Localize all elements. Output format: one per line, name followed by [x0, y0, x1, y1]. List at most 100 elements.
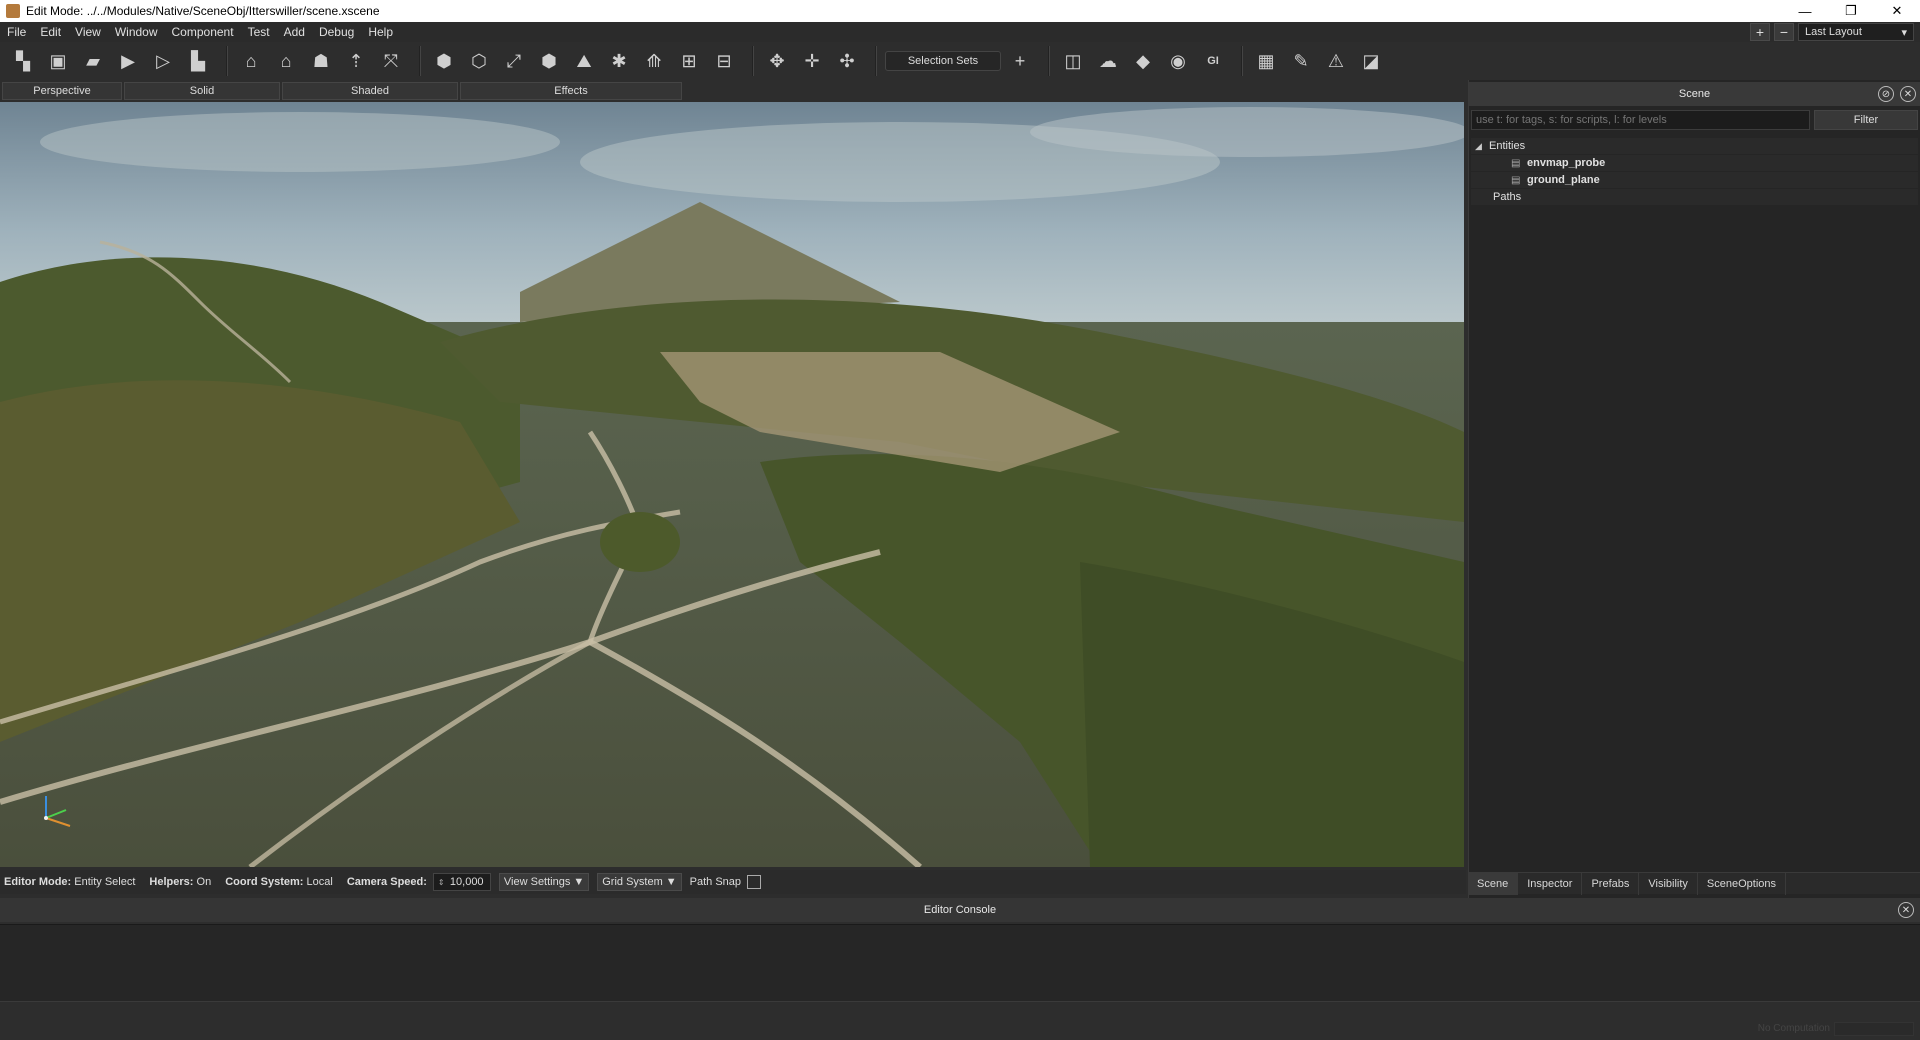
menu-help[interactable]: Help — [361, 25, 400, 39]
menu-edit[interactable]: Edit — [33, 25, 68, 39]
panel-settings-icon[interactable]: ⊘ — [1878, 86, 1894, 102]
transform-icon[interactable]: ⤧ — [376, 46, 406, 76]
console-output[interactable] — [0, 924, 1920, 1002]
grid-system-dropdown[interactable]: Grid System ▼ — [597, 873, 682, 891]
entity-icon: ▤ — [1511, 158, 1521, 169]
scale-tool-icon[interactable]: ⤢ — [499, 46, 529, 76]
snap-scale-icon[interactable]: ✣ — [832, 46, 862, 76]
tree-node-label: envmap_probe — [1527, 157, 1606, 169]
terrain-icon[interactable]: ⛰ — [569, 46, 599, 76]
cloth-icon[interactable]: ⟰ — [639, 46, 669, 76]
tab-prefabs[interactable]: Prefabs — [1582, 872, 1640, 895]
tab-inspector[interactable]: Inspector — [1518, 872, 1583, 895]
scene-search-row: Filter — [1471, 110, 1918, 132]
menu-add[interactable]: Add — [277, 25, 312, 39]
triangle-down-icon: ▼ — [665, 876, 677, 888]
tree-node-paths[interactable]: Paths — [1471, 189, 1918, 205]
toolbar-separator — [875, 46, 877, 76]
scene-viewport[interactable] — [0, 102, 1464, 867]
cube-add-icon[interactable]: ⬡ — [464, 46, 494, 76]
tab-perspective[interactable]: Perspective — [2, 82, 122, 100]
tab-effects[interactable]: Effects — [460, 82, 682, 100]
open-folder-icon[interactable]: ▰ — [78, 46, 108, 76]
menu-file[interactable]: File — [0, 25, 33, 39]
layout-dropdown-label: Last Layout — [1805, 26, 1862, 38]
minimize-button[interactable]: — — [1782, 0, 1828, 22]
cube-light-icon[interactable]: ⬢ — [534, 46, 564, 76]
layout-controls: + − Last Layout ▾ — [1750, 23, 1914, 41]
play-icon[interactable]: ▶ — [113, 46, 143, 76]
window-title: Edit Mode: ../../Modules/Native/SceneObj… — [26, 4, 380, 18]
entity-icon: ▤ — [1511, 175, 1521, 186]
save-icon[interactable]: ▣ — [43, 46, 73, 76]
window-controls: — ❐ ✕ — [1782, 0, 1920, 22]
footer-bar: No Computation — [0, 1002, 1920, 1040]
puzzle-icon[interactable]: ✱ — [604, 46, 634, 76]
chevron-down-icon: ▾ — [1901, 26, 1907, 39]
tab-scene-options[interactable]: SceneOptions — [1698, 872, 1787, 895]
panel-close-icon[interactable]: ✕ — [1900, 86, 1916, 102]
tree-node-envmap-probe[interactable]: ▤ envmap_probe — [1471, 155, 1918, 171]
audio-icon[interactable]: ◪ — [1356, 46, 1386, 76]
tree-node-ground-plane[interactable]: ▤ ground_plane — [1471, 172, 1918, 188]
new-scene-icon[interactable]: ▚ — [8, 46, 38, 76]
play-outline-icon[interactable]: ▷ — [148, 46, 178, 76]
house-icon[interactable]: ⌂ — [236, 46, 266, 76]
house-filled-icon[interactable]: ☗ — [306, 46, 336, 76]
build-icon[interactable]: ▙ — [183, 46, 213, 76]
gi-icon[interactable]: GI — [1198, 46, 1228, 76]
grid-system-label: Grid System — [602, 876, 663, 888]
scene-panel-header: Scene ⊘ ✕ — [1469, 82, 1920, 106]
tree-node-label: Paths — [1493, 191, 1522, 203]
tab-shaded[interactable]: Shaded — [282, 82, 458, 100]
scene-tree: ◢ Entities ▤ envmap_probe ▤ ground_plane… — [1469, 138, 1920, 205]
tab-solid[interactable]: Solid — [124, 82, 280, 100]
viewport-tabs: Perspective Solid Shaded Effects — [0, 80, 1466, 102]
tab-visibility[interactable]: Visibility — [1639, 872, 1698, 895]
menu-window[interactable]: Window — [108, 25, 165, 39]
close-button[interactable]: ✕ — [1874, 0, 1920, 22]
menu-test[interactable]: Test — [241, 25, 277, 39]
package-icon[interactable]: ▦ — [1251, 46, 1281, 76]
snap-move-icon[interactable]: ✥ — [762, 46, 792, 76]
coord-system-status[interactable]: Coord System: Local — [225, 876, 333, 888]
selection-sets-button[interactable]: Selection Sets — [885, 51, 1001, 71]
snap-rotate-icon[interactable]: ✛ — [797, 46, 827, 76]
spinner-icon[interactable]: ⇕ — [438, 878, 446, 887]
path-snap-checkbox[interactable] — [747, 875, 762, 889]
filter-button[interactable]: Filter — [1814, 110, 1918, 130]
grid-cube-add-icon[interactable]: ⊟ — [709, 46, 739, 76]
scene-search-input[interactable] — [1471, 110, 1810, 130]
tag-icon[interactable]: ◆ — [1128, 46, 1158, 76]
arrow-up-icon[interactable]: ⇡ — [341, 46, 371, 76]
menu-component[interactable]: Component — [165, 25, 241, 39]
camera-speed-input[interactable]: ⇕ 10,000 — [432, 873, 491, 891]
warning-icon[interactable]: ⚠ — [1321, 46, 1351, 76]
camera-speed-label-text: Camera Speed: — [346, 876, 427, 888]
layout-dropdown[interactable]: Last Layout ▾ — [1798, 23, 1914, 41]
tree-node-entities[interactable]: ◢ Entities — [1471, 138, 1918, 154]
console-close-icon[interactable]: ✕ — [1898, 902, 1914, 918]
camera-view-icon[interactable]: ◫ — [1058, 46, 1088, 76]
camera-speed-value: 10,000 — [449, 876, 484, 888]
cube-icon[interactable]: ⬢ — [429, 46, 459, 76]
house-settings-icon[interactable]: ⌂ — [271, 46, 301, 76]
title-bar: Edit Mode: ../../Modules/Native/SceneObj… — [0, 0, 1920, 22]
restore-button[interactable]: ❐ — [1828, 0, 1874, 22]
eye-icon[interactable]: ◉ — [1163, 46, 1193, 76]
measure-icon[interactable]: ✎ — [1286, 46, 1316, 76]
terrain-render — [0, 102, 1464, 867]
tab-scene[interactable]: Scene — [1468, 872, 1519, 895]
remove-layout-button[interactable]: − — [1774, 23, 1794, 41]
add-selection-set-icon[interactable]: + — [1005, 46, 1035, 76]
menu-debug[interactable]: Debug — [312, 25, 361, 39]
weather-icon[interactable]: ☁ — [1093, 46, 1123, 76]
helpers-status[interactable]: Helpers: On — [149, 876, 211, 888]
menu-view[interactable]: View — [68, 25, 108, 39]
add-layout-button[interactable]: + — [1750, 23, 1770, 41]
computation-progress — [1834, 1022, 1914, 1036]
view-settings-dropdown[interactable]: View Settings ▼ — [498, 873, 590, 891]
expand-arrow-icon[interactable]: ◢ — [1475, 141, 1489, 152]
grid-cube-icon[interactable]: ⊞ — [674, 46, 704, 76]
editor-mode-label: Editor Mode: — [4, 876, 72, 888]
